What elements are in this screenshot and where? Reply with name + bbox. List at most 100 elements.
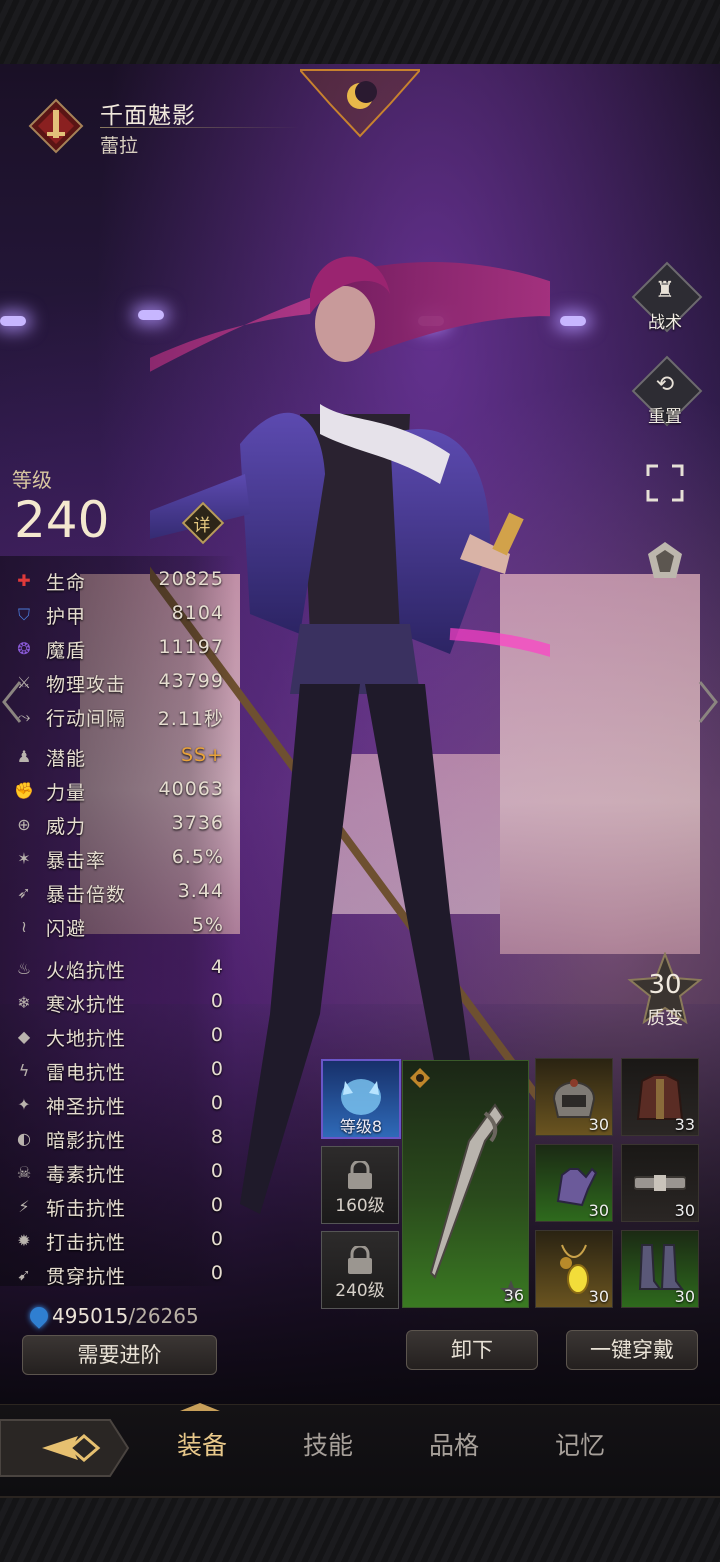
armor-icon: ⛉ [17,605,30,624]
weapon-slot[interactable]: 36 [402,1060,529,1308]
stat-value: 40063 [158,778,224,800]
level-value: 240 [14,491,110,549]
stat-row: ❄ 寒冰抗性 0 [12,988,224,1018]
dagger-icon [429,1103,505,1279]
stat-row: ✦ 神圣抗性 0 [12,1090,224,1120]
stat-name: 潜能 [46,748,87,770]
stat-value: 0 [210,990,224,1012]
stat-value: 5% [191,914,224,936]
equipment-slot-boots[interactable]: 30 [621,1230,699,1308]
magic-shield-icon: ❂ [17,639,31,658]
currency-current: 495015 [52,1304,129,1328]
tab-skills[interactable]: 技能 [278,1426,378,1462]
slash-resist-icon: ⚡ [18,1197,30,1216]
soul-flame-icon [26,1303,52,1329]
stat-name: 物理攻击 [46,674,127,696]
quality-label: 质变 [647,1008,683,1029]
stat-name: 火焰抗性 [46,960,127,982]
dodge-icon: ≀ [21,917,27,936]
reset-button[interactable]: ⟲ 重置 [631,355,703,427]
stat-value: 3736 [171,812,224,834]
advance-button[interactable]: 需要进阶 [22,1335,217,1375]
stat-row: ✶ 暴击率 6.5% [12,844,224,874]
stat-name: 生命 [46,572,87,594]
health-icon: ✚ [17,571,31,590]
stat-value: 6.5% [171,846,224,868]
stat-name: 威力 [46,816,87,838]
stat-row: ◐ 暗影抗性 8 [12,1124,224,1154]
pet-slot[interactable]: 等级8 [321,1059,401,1139]
equipment-slot-gloves[interactable]: 30 [535,1144,613,1222]
faction-crest-icon [300,69,420,138]
weapon-type-icon [410,1068,430,1088]
stat-name: 大地抗性 [46,1028,127,1050]
stat-row: ≀ 闪避 5% [12,912,224,942]
stat-value: 0 [210,1262,224,1284]
earth-resist-icon: ◆ [17,1027,31,1046]
stat-name: 力量 [46,782,87,804]
stage-light [560,316,586,326]
holy-resist-icon: ✦ [17,1095,31,1114]
stat-row: ⛉ 护甲 8104 [12,600,224,630]
quality-change-button[interactable]: 30 质变 [626,952,704,1030]
lock-icon [348,1246,372,1274]
top-frame [0,0,720,66]
ice-resist-icon: ❄ [17,993,31,1012]
equipment-slot-armor[interactable]: 33 [621,1058,699,1136]
strength-icon: ✊ [14,781,34,800]
fire-resist-icon: ♨ [16,959,32,978]
stat-name: 行动间隔 [46,708,127,730]
stat-value: 0 [210,1092,224,1114]
stat-name: 雷电抗性 [46,1062,127,1084]
stat-row: ➹ 贯穿抗性 0 [12,1260,224,1290]
stat-value: 8 [210,1126,224,1148]
stat-row: ♟ 潜能 SS+ [12,742,224,772]
crit-multiplier-icon: ➶ [17,883,31,902]
stat-value: 4 [210,956,224,978]
power-icon: ⊕ [17,815,31,834]
level-label: 等级 [12,468,52,492]
tab-memory[interactable]: 记忆 [530,1426,630,1462]
equipment-slot-amulet[interactable]: 30 [535,1230,613,1308]
outfit-icon [648,542,682,578]
unequip-button[interactable]: 卸下 [406,1330,538,1370]
stat-name: 贯穿抗性 [46,1266,127,1288]
tactics-icon: ♜ [655,278,675,303]
tab-equipment[interactable]: 装备 [152,1426,252,1462]
locked-slot-240[interactable]: 240级 [321,1231,399,1309]
tab-character[interactable]: 品格 [404,1426,504,1462]
stat-name: 暗影抗性 [46,1130,127,1152]
hero-name: 蕾拉 [100,135,139,157]
previous-hero-arrow-icon[interactable] [2,680,22,724]
stat-row: ❂ 魔盾 11197 [12,634,224,664]
tactics-button[interactable]: ♜ 战术 [631,261,703,333]
back-button[interactable] [0,1416,130,1480]
stat-row: ⚡ 斩击抗性 0 [12,1192,224,1222]
poison-resist-icon: ☠ [16,1163,32,1182]
bottom-frame [0,1496,720,1562]
stat-name: 暴击率 [46,850,107,872]
stat-value: 0 [210,1058,224,1080]
stat-row: ◆ 大地抗性 0 [12,1022,224,1052]
stat-row: ⚔ 物理攻击 43799 [12,668,224,698]
equipment-slot-belt[interactable]: 30 [621,1144,699,1222]
outfit-button[interactable] [634,530,696,592]
auto-equip-button[interactable]: 一键穿戴 [566,1330,698,1370]
lightning-resist-icon: ϟ [18,1061,30,1080]
active-tab-indicator [180,1396,220,1411]
stat-row: ⊕ 威力 3736 [12,810,224,840]
stat-row: ϟ 雷电抗性 0 [12,1056,224,1086]
stat-value: 2.11秒 [157,708,224,730]
blunt-resist-icon: ✹ [17,1231,31,1250]
fullscreen-button[interactable] [634,452,696,514]
stat-name: 暴击倍数 [46,884,127,906]
next-hero-arrow-icon[interactable] [698,680,718,724]
equipment-slot-helmet[interactable]: 30 [535,1058,613,1136]
locked-slot-160[interactable]: 160级 [321,1146,399,1224]
quality-value: 30 [648,970,682,1000]
stats-detail-button[interactable]: 详 [181,501,225,545]
stat-name: 魔盾 [46,640,87,662]
stat-name: 打击抗性 [46,1232,127,1254]
stat-value: 0 [210,1160,224,1182]
stat-value: 0 [210,1194,224,1216]
